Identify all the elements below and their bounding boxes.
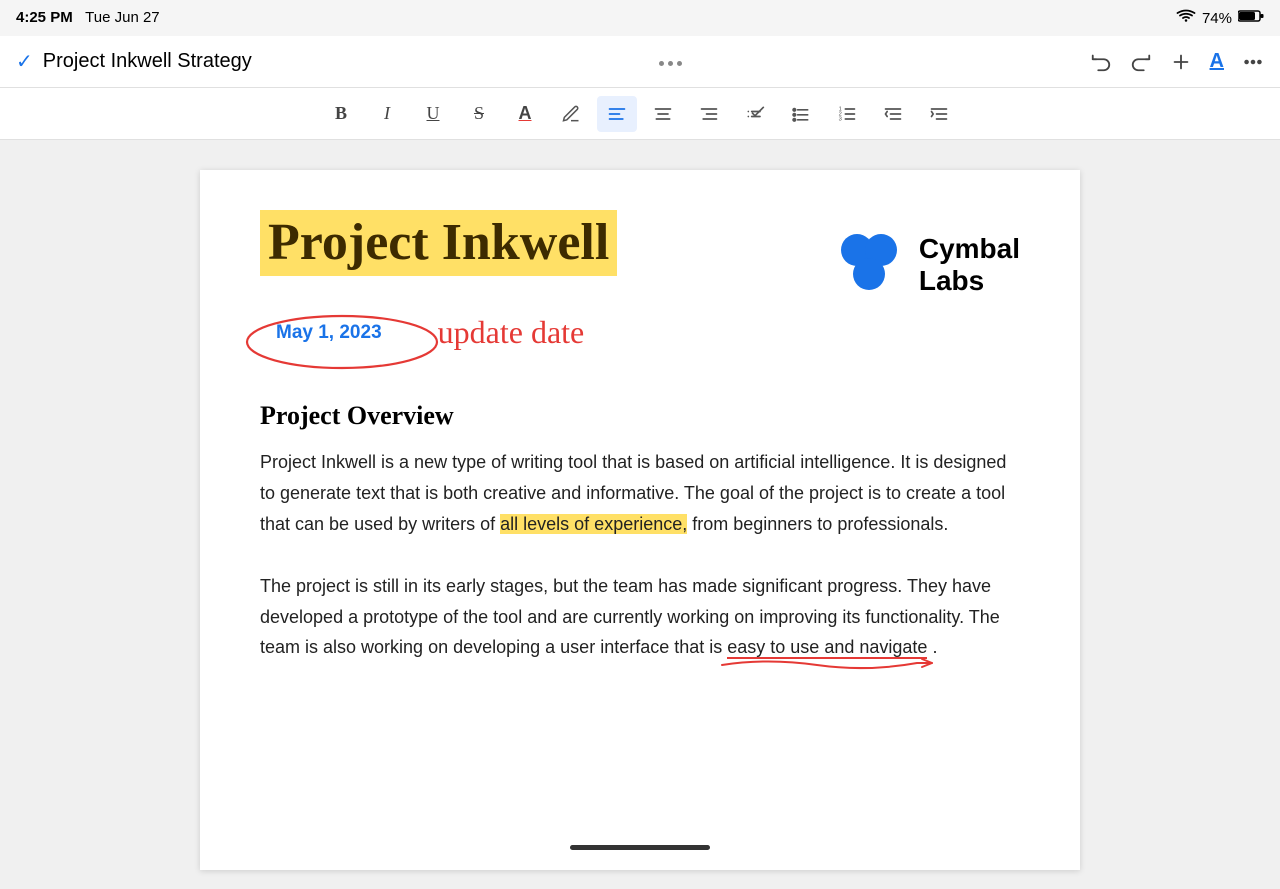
checkmark-icon: ✓	[16, 49, 33, 74]
main-title-wrapper: Project Inkwell	[260, 210, 833, 296]
redo-button[interactable]	[1130, 51, 1152, 73]
center-dots	[657, 53, 684, 71]
font-color-button[interactable]: A	[505, 96, 545, 132]
outdent-button[interactable]	[873, 96, 913, 132]
cymbal-sub: Labs	[919, 265, 1020, 297]
battery-percentage: 74%	[1202, 10, 1232, 27]
date-annotation-row: May 1, 2023 update date	[260, 314, 833, 351]
align-right-button[interactable]	[689, 96, 729, 132]
status-bar: 4:25 PM Tue Jun 27 74%	[0, 0, 1280, 36]
highlight-button[interactable]	[551, 96, 591, 132]
svg-text:3: 3	[839, 116, 842, 122]
battery-icon	[1238, 9, 1264, 28]
cymbal-text: Cymbal Labs	[919, 233, 1020, 297]
body-paragraph-1: Project Inkwell is a new type of writing…	[260, 447, 1020, 539]
undo-button[interactable]	[1090, 51, 1112, 73]
align-center-button[interactable]	[643, 96, 683, 132]
scroll-indicator	[570, 845, 710, 850]
underlined-text-wrapper: easy to use and navigate	[727, 637, 932, 657]
title-bar: ✓ Project Inkwell Strategy A	[0, 36, 1280, 88]
cymbal-dots-icon	[833, 230, 903, 300]
body-paragraph-2: The project is still in its early stages…	[260, 571, 1020, 663]
checklist-button[interactable]	[735, 96, 775, 132]
more-button[interactable]	[1242, 51, 1264, 73]
numbered-list-button[interactable]: 1 2 3	[827, 96, 867, 132]
document-page: Project Inkwell May 1, 2023 update date	[200, 170, 1080, 870]
date-circle-svg	[242, 310, 462, 375]
underline-button[interactable]: U	[413, 96, 453, 132]
formatting-toolbar: B I U S A	[0, 88, 1280, 140]
red-arrow-annotation	[717, 653, 937, 675]
title-actions: A	[1090, 50, 1264, 73]
status-icons: 74%	[1176, 9, 1264, 28]
date-circle-wrapper: May 1, 2023	[260, 322, 398, 344]
doc-title-section: Project Inkwell May 1, 2023 update date	[260, 210, 833, 351]
document-header: Project Inkwell May 1, 2023 update date	[260, 210, 1020, 351]
wifi-icon	[1176, 9, 1196, 28]
status-date: Tue Jun 27	[85, 9, 160, 26]
cymbal-labs-logo: Cymbal Labs	[833, 230, 1020, 300]
highlighted-text: all levels of experience,	[500, 514, 687, 534]
add-button[interactable]	[1170, 51, 1192, 73]
section-heading: Project Overview	[260, 401, 1020, 431]
bold-button[interactable]: B	[321, 96, 361, 132]
status-time: 4:25 PM	[16, 9, 73, 26]
title-left: ✓ Project Inkwell Strategy	[16, 49, 252, 74]
dot-menu[interactable]	[657, 53, 684, 71]
italic-button[interactable]: I	[367, 96, 407, 132]
status-time-date: 4:25 PM Tue Jun 27	[16, 9, 160, 27]
indent-button[interactable]	[919, 96, 959, 132]
align-left-button[interactable]	[597, 96, 637, 132]
font-icon: A	[1210, 50, 1224, 73]
section-overview: Project Overview Project Inkwell is a ne…	[260, 401, 1020, 663]
font-button[interactable]: A	[1210, 50, 1224, 73]
font-color-icon: A	[519, 103, 532, 124]
document-title: Project Inkwell Strategy	[43, 50, 252, 73]
strikethrough-button[interactable]: S	[459, 96, 499, 132]
cymbal-name: Cymbal	[919, 233, 1020, 265]
document-main-title: Project Inkwell	[260, 210, 617, 276]
body-text-after-highlight: from beginners to professionals.	[687, 514, 948, 534]
bullet-list-button[interactable]	[781, 96, 821, 132]
document-area[interactable]: Project Inkwell May 1, 2023 update date	[0, 140, 1280, 889]
